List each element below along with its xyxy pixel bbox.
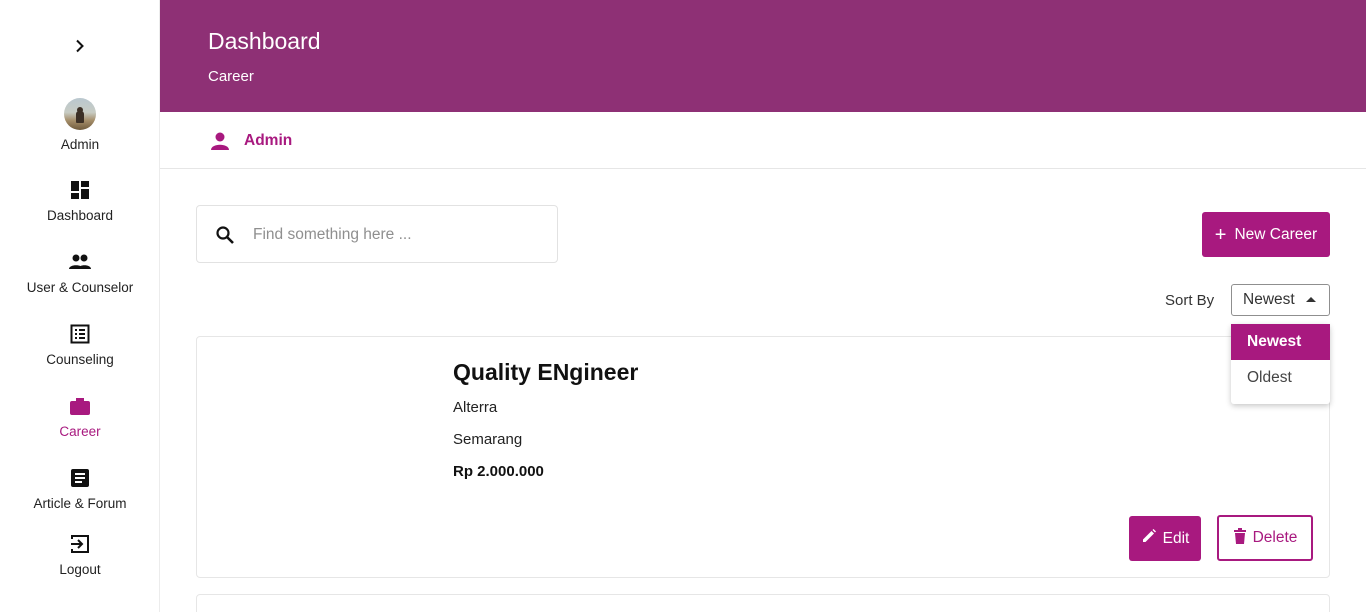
people-icon [68, 250, 92, 274]
sort-option-newest[interactable]: Newest [1231, 324, 1330, 360]
delete-button[interactable]: Delete [1217, 515, 1313, 561]
career-card: Quality ENgineer Alterra Semarang Rp 2.0… [196, 336, 1330, 578]
career-title: Quality ENgineer [453, 359, 639, 385]
article-icon [68, 466, 92, 490]
edit-button[interactable]: Edit [1129, 516, 1201, 561]
plus-icon: + [1214, 223, 1227, 246]
sidebar-item-label: Logout [59, 562, 101, 577]
new-career-button[interactable]: + New Career [1202, 212, 1330, 257]
career-location: Semarang [453, 431, 523, 448]
person-icon [210, 131, 230, 151]
page-title: Dashboard [208, 28, 321, 54]
sidebar-item-career[interactable]: Career [0, 394, 160, 439]
chevron-right-icon[interactable] [70, 36, 90, 56]
sort-option-oldest[interactable]: Oldest [1231, 360, 1330, 396]
sidebar-item-label: Dashboard [46, 208, 114, 223]
sidebar-item-logout[interactable]: Logout [0, 532, 160, 577]
new-career-label: New Career [1234, 225, 1318, 243]
avatar [64, 98, 96, 130]
user-name[interactable]: Admin [244, 132, 292, 150]
briefcase-icon [68, 394, 92, 418]
sidebar-item-dashboard[interactable]: Dashboard [0, 178, 160, 223]
dashboard-icon [68, 178, 92, 202]
career-salary: Rp 2.000.000 [453, 463, 544, 480]
page-subtitle: Career [208, 68, 254, 85]
sort-dropdown-menu: Newest Oldest [1231, 324, 1330, 404]
user-bar: Admin [160, 112, 1366, 169]
sidebar-item-label: Admin [60, 137, 100, 152]
sidebar-item-label: Career [59, 424, 101, 439]
sort-select[interactable]: Newest [1231, 284, 1330, 316]
sort-label: Sort By [1165, 292, 1215, 309]
sidebar-item-label: Article & Forum [33, 496, 127, 511]
pencil-icon [1141, 528, 1163, 549]
sidebar-item-label: User & Counselor [26, 280, 134, 295]
delete-label: Delete [1252, 529, 1298, 546]
trash-icon [1233, 527, 1253, 549]
logout-icon [68, 532, 92, 556]
search-box [196, 205, 558, 263]
sidebar-item-counseling[interactable]: Counseling [0, 322, 160, 367]
sidebar-item-admin[interactable]: Admin [0, 98, 160, 152]
search-icon [215, 225, 235, 245]
caret-up-icon [1306, 297, 1316, 302]
career-company: Alterra [453, 399, 498, 416]
edit-label: Edit [1162, 529, 1190, 547]
list-icon [68, 322, 92, 346]
sidebar-item-user-counselor[interactable]: User & Counselor [0, 250, 160, 295]
sort-selected-value: Newest [1243, 291, 1295, 308]
sidebar-item-article-forum[interactable]: Article & Forum [0, 466, 160, 511]
career-card [196, 594, 1330, 612]
page-header: Dashboard Career [160, 0, 1366, 112]
sidebar: Admin Dashboard User & Counselor Counsel… [0, 0, 160, 612]
search-input[interactable] [253, 218, 543, 252]
sidebar-item-label: Counseling [46, 352, 114, 367]
